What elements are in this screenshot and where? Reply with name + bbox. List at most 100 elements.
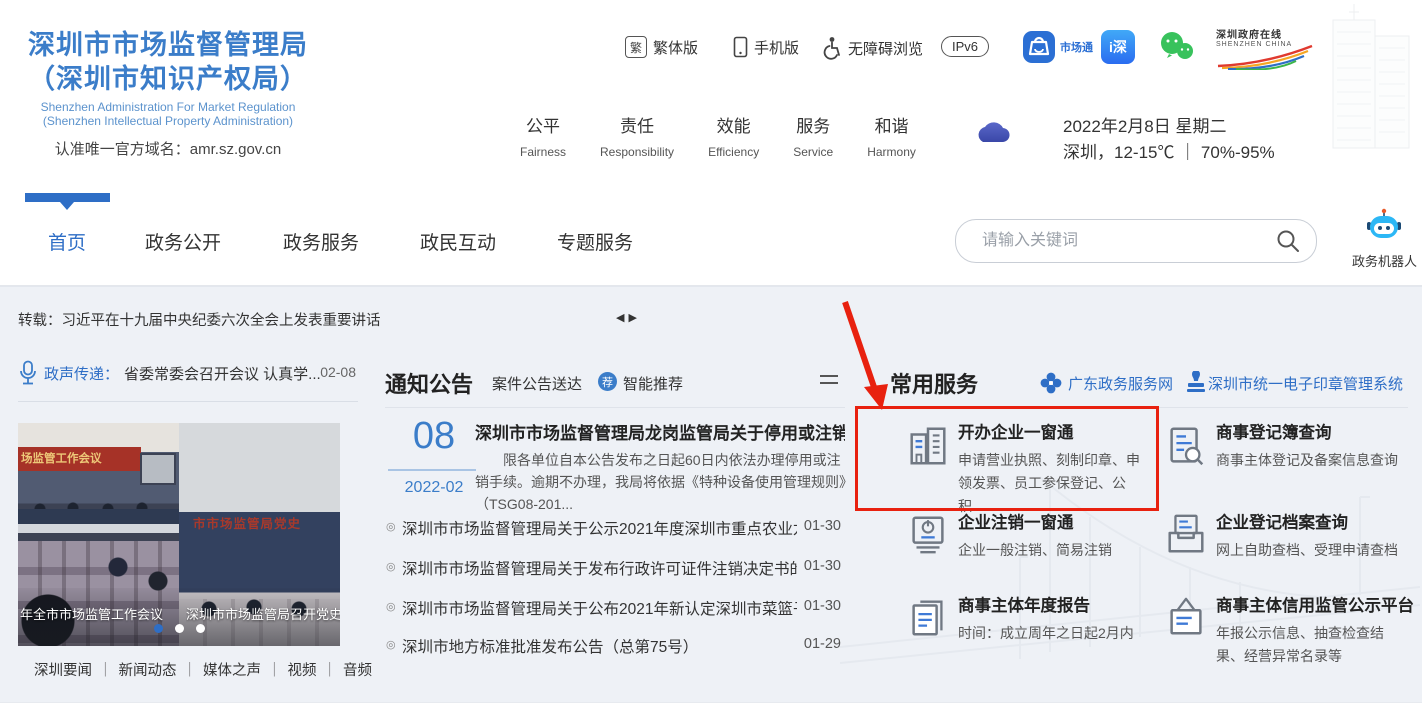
link-news-updates[interactable]: 新闻动态 [119,663,177,679]
carousel-caption-bar: 年全市市场监管工作会议 深圳市市场监管局召开党史 [18,588,340,646]
page: 深圳市市场监督管理局 （深圳市知识产权局） Shenzhen Administr… [0,0,1422,714]
link-smart-recommend[interactable]: 智能推荐 [623,373,683,394]
cloud-icon [978,122,1010,143]
company-icon [910,427,946,465]
microphone-icon [20,360,36,385]
bullet-icon: ◎ [386,561,396,573]
featured-notice-day: 08 [412,415,456,457]
link-eseal-system[interactable]: 深圳市统一电子印章管理系统 [1208,373,1403,394]
nav-gov-disclosure[interactable]: 政务公开 [145,228,221,255]
value-service: 服务 Service [793,117,834,159]
service-register-query[interactable]: 商事登记簿查询 商事主体登记及备案信息查询 [1163,419,1408,472]
weather-date: 2022年2月8日 星期二 [1063,117,1227,136]
marketong-label: 市场通 [1060,42,1093,54]
featured-notice-summary: 限各单位自本公告发布之日起60日内依法办理停用或注销手续。逾期不办理，我局将依据… [475,452,846,512]
ipv6-badge: IPv6 [941,36,990,57]
ticker-headline[interactable]: 转载：习近平在十九届中央纪委六次全会上发表重要讲话 [18,309,381,330]
ticker-prev-icon[interactable]: ◀ [616,312,628,324]
value-fairness: 公平 Fairness [520,117,567,159]
shenzhen-china-logo[interactable]: 深圳政府在线 SHENZHEN CHINA [1216,26,1324,75]
voice-headline[interactable]: 省委常委会召开会议 认真学... [124,363,321,384]
featured-notice-month: 2022-02 [404,479,464,496]
active-tab-pointer [60,202,74,210]
link-traditional-chinese[interactable]: 繁 繁体版 [625,36,698,58]
mobile-version-label: 手机版 [754,39,800,57]
official-domain-note: 认准唯一官方域名：amr.sz.gov.cn [54,141,282,158]
nav-special-services[interactable]: 专题服务 [557,228,633,255]
active-tab-indicator [25,193,110,202]
link-ipv6[interactable]: IPv6 [941,36,990,57]
site-title-zh-2: （深圳市知识产权局） [28,64,308,94]
voice-label[interactable]: 政声传递： [44,363,119,384]
bullet-icon: ◎ [386,601,396,613]
link-accessibility[interactable]: 无障碍浏览 [820,36,923,60]
app-ishenzhen[interactable]: i深 [1101,30,1135,64]
search-icon[interactable] [1276,229,1300,253]
search-input[interactable] [980,220,1254,262]
notice-item[interactable]: ◎ 深圳市市场监督管理局关于发布行政许可证件注销决定书的... 01-30 [385,557,843,581]
gov-robot[interactable]: 政务机器人 [1352,208,1418,270]
featured-date-divider [388,469,476,471]
site-logo[interactable]: 深圳市市场监督管理局 （深圳市知识产权局） Shenzhen Administr… [28,28,308,159]
notice-item[interactable]: ◎ 深圳市地方标准批准发布公告（总第75号） 01-29 [385,635,843,659]
marketong-icon [1023,31,1055,63]
link-audio[interactable]: 音频 [343,663,372,679]
service-annual-report[interactable]: 商事主体年度报告 时间：成立周年之日起2月内 [905,592,1150,645]
bullet-icon: ◎ [386,521,396,533]
seal-icon [1187,371,1205,392]
shenzhen-china-logo-zh: 深圳政府在线 [1216,30,1282,41]
value-efficiency: 效能 Efficiency [708,117,760,159]
link-mobile-version[interactable]: 手机版 [733,36,799,58]
traditional-chinese-label: 繁体版 [653,39,699,57]
news-category-links: 深圳要闻｜新闻动态｜媒体之声｜视频｜音频 [34,663,372,679]
photo-left-screen [140,453,176,485]
robot-icon [1367,208,1401,238]
accessibility-label: 无障碍浏览 [848,40,924,58]
nav-home[interactable]: 首页 [48,228,86,255]
service-open-business[interactable]: 开办企业一窗通 申请营业执照、刻制印章、申领发票、员工参保登记、公积... [905,419,1150,518]
divider [18,401,358,402]
site-title-en-2: (Shenzhen Intellectual Property Administ… [42,114,294,128]
featured-notice-title[interactable]: 深圳市市场监督管理局龙岗监管局关于停用或注销... [475,419,845,444]
document-search-icon [1170,427,1204,466]
photo-left-banner-text: 场监管工作会议 [18,447,141,471]
app-wechat[interactable] [1158,30,1196,69]
link-video[interactable]: 视频 [288,663,317,679]
service-archive-query[interactable]: 企业登记档案查询 网上自助查档、受理申请查档 [1163,509,1408,562]
ticker-next-icon[interactable]: ▶ [628,312,640,324]
link-shenzhen-news[interactable]: 深圳要闻 [34,663,92,679]
nav-gov-services[interactable]: 政务服务 [283,228,359,255]
app-marketong[interactable]: 市场通 [1022,30,1093,64]
services-title: 常用服务 [890,372,979,397]
site-title-en-1: Shenzhen Administration For Market Regul… [40,100,296,114]
accessibility-icon [823,37,840,60]
ticker-arrows: ◀▶ [616,311,641,324]
archive-icon [1168,514,1204,553]
site-title-zh-1: 深圳市市场监督管理局 [28,30,308,60]
photo-left-desk [18,509,179,533]
core-values: 公平 Fairness 责任 Responsibility 效能 Efficie… [520,112,916,159]
notice-item[interactable]: ◎ 深圳市市场监督管理局关于公布2021年新认定深圳市菜篮子... 01-30 [385,597,843,621]
wechat-icon [1161,32,1193,59]
divider [385,407,845,408]
site-title-en: Shenzhen Administration For Market Regul… [28,100,308,128]
news-carousel[interactable]: 场监管工作会议 市市场监管局党史 年全市市场监管工作会议 深圳市市场监管局召开党… [18,423,340,646]
service-credit-platform[interactable]: 商事主体信用监管公示平台 年报公示信息、抽查检查结果、经营异常名录等 [1163,592,1414,668]
carousel-dot-3[interactable] [195,624,205,633]
notice-item[interactable]: ◎ 深圳市市场监督管理局关于公示2021年度深圳市重点农业龙... 01-30 [385,517,843,541]
ishenzhen-label: i深 [1109,39,1127,55]
divider [878,407,1408,408]
recommend-badge: 荐 [598,372,617,391]
link-media-voice[interactable]: 媒体之声 [203,663,261,679]
service-deregister[interactable]: 企业注销一窗通 企业一般注销、简易注销 [905,509,1150,562]
carousel-dot-2[interactable] [174,624,184,633]
weather-detail: 深圳，12-15℃ ｜ 70%-95% [1063,143,1275,162]
link-case-announcements[interactable]: 案件公告送达 [492,373,582,394]
nav-interaction[interactable]: 政民互动 [420,228,496,255]
carousel-dot-1[interactable] [153,624,163,633]
signboard-icon [1170,597,1202,635]
rainbow-wing-icon [1217,44,1313,71]
notices-more-icon[interactable] [820,375,838,389]
gov-robot-label: 政务机器人 [1352,254,1418,269]
link-gd-gov-service[interactable]: 广东政务服务网 [1068,373,1173,394]
